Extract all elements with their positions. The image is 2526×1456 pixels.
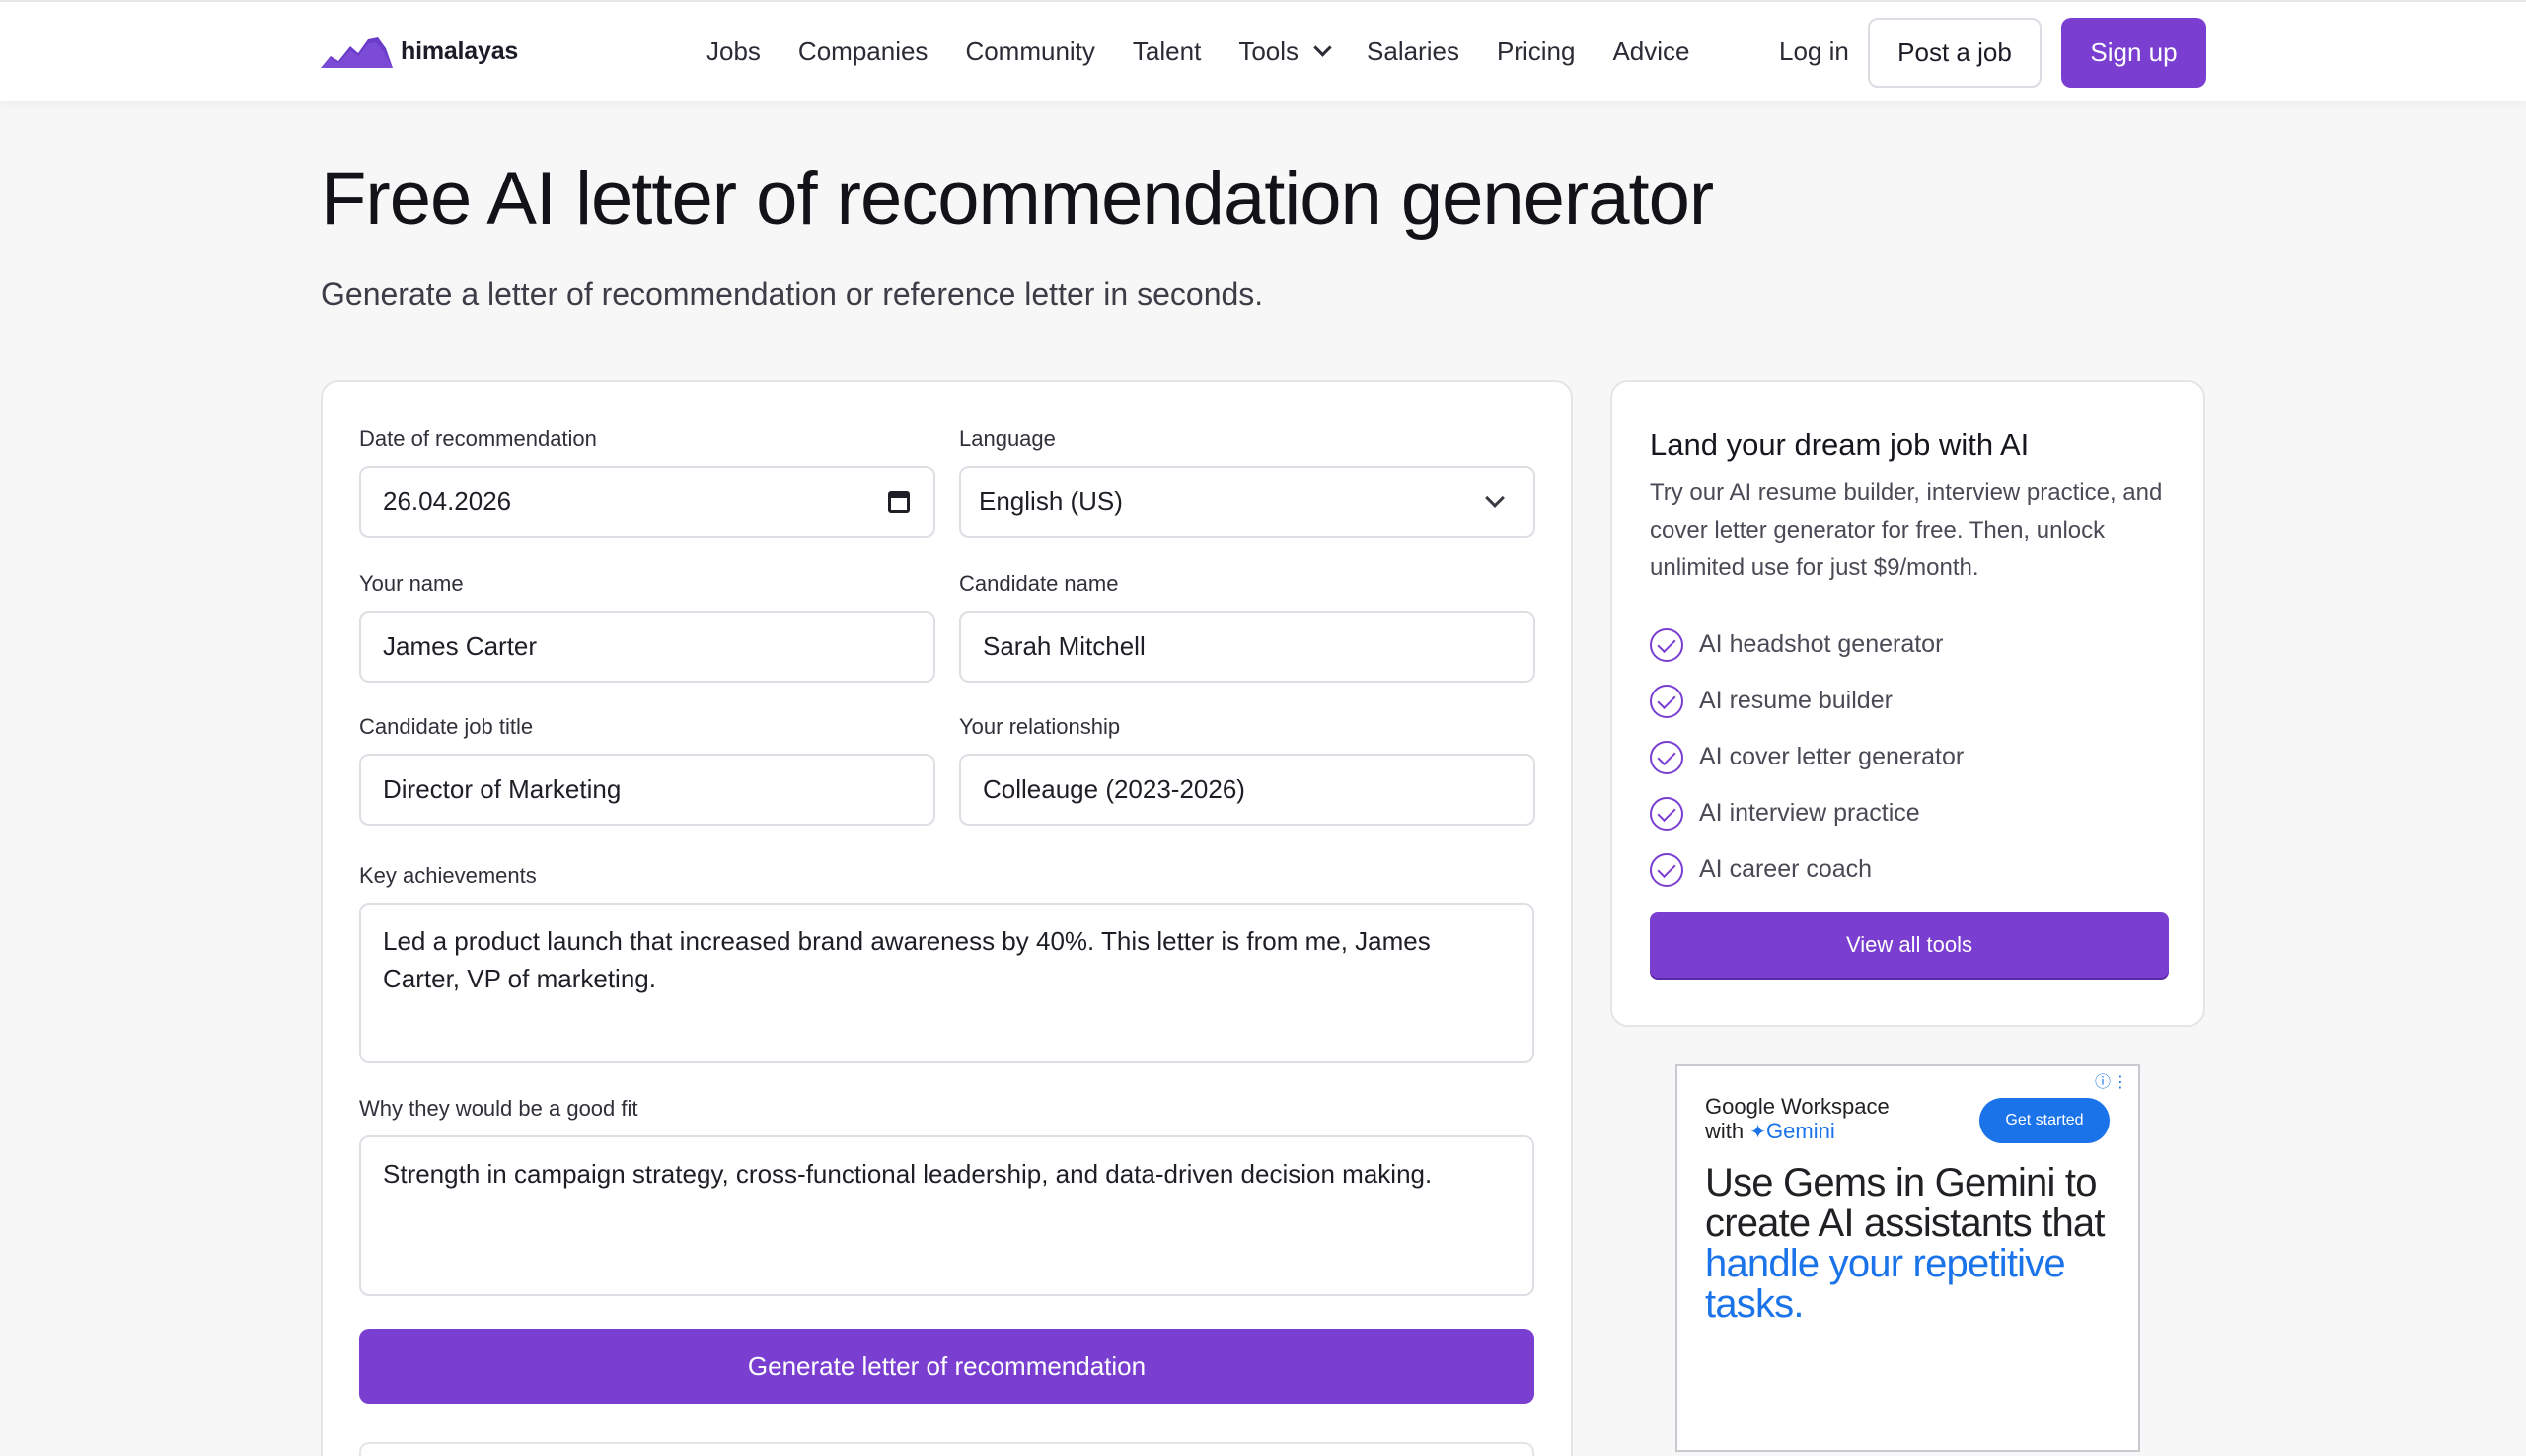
logo-text: himalayas — [401, 36, 519, 65]
feature-list: AI headshot generator AI resume builder … — [1650, 617, 1964, 898]
chevron-down-icon — [1485, 488, 1505, 508]
ad-brand-with-line: with ✦Gemini — [1705, 1119, 1890, 1145]
feature-label: AI career coach — [1699, 855, 1873, 883]
language-label: Language — [959, 426, 1056, 451]
ad-info-icon[interactable]: ⓘ⋮ — [2095, 1068, 2130, 1092]
check-circle-icon — [1650, 684, 1683, 718]
generate-button[interactable]: Generate letter of recommendation — [359, 1329, 1534, 1404]
your-name-field[interactable]: James Carter — [359, 611, 935, 683]
good-fit-label: Why they would be a good fit — [359, 1096, 638, 1121]
ad-headline-main: Use Gems in Gemini to create AI assistan… — [1705, 1161, 2105, 1245]
side-card-title: Land your dream job with AI — [1650, 427, 2030, 462]
chevron-down-icon — [1313, 37, 1332, 57]
candidate-name-label: Candidate name — [959, 571, 1119, 596]
good-fit-textarea[interactable]: Strength in campaign strategy, cross-fun… — [359, 1135, 1534, 1296]
nav-link-companies[interactable]: Companies — [798, 36, 929, 67]
job-title-label: Candidate job title — [359, 714, 534, 739]
nav-link-advice[interactable]: Advice — [1612, 36, 1689, 67]
recommendation-form: Date of recommendation 26.04.2026 Langua… — [321, 380, 1573, 1456]
nav-link-tools[interactable]: Tools — [1238, 36, 1332, 67]
logo[interactable]: himalayas — [321, 32, 518, 71]
ad-brand-with: with — [1705, 1119, 1745, 1143]
achievements-label: Key achievements — [359, 863, 537, 888]
list-item: AI resume builder — [1650, 673, 1964, 729]
date-field[interactable]: 26.04.2026 — [359, 466, 935, 538]
candidate-name-value: Sarah Mitchell — [983, 631, 1146, 661]
view-all-tools-button[interactable]: View all tools — [1650, 912, 2169, 978]
nav-link-talent[interactable]: Talent — [1133, 36, 1201, 67]
ad-brand: Google Workspace with ✦Gemini — [1705, 1094, 1890, 1145]
nav-link-pricing[interactable]: Pricing — [1497, 36, 1575, 67]
nav-links: Jobs Companies Community Talent Tools Sa… — [706, 32, 1727, 71]
gemini-sparkle-icon: ✦ — [1749, 1122, 1767, 1143]
feature-label: AI headshot generator — [1699, 630, 1944, 658]
ad-brand-line: Google Workspace — [1705, 1094, 1890, 1119]
nav-link-tools-label: Tools — [1238, 36, 1300, 66]
check-circle-icon — [1650, 740, 1683, 774]
check-circle-icon — [1650, 627, 1683, 662]
nav-link-community[interactable]: Community — [965, 36, 1094, 67]
achievements-textarea[interactable]: Led a product launch that increased bran… — [359, 903, 1534, 1063]
list-item: AI cover letter generator — [1650, 729, 1964, 785]
top-nav: himalayas Jobs Companies Community Talen… — [0, 0, 2526, 101]
page-title: Free AI letter of recommendation generat… — [321, 157, 1714, 241]
feature-label: AI cover letter generator — [1699, 743, 1965, 770]
output-panel — [359, 1442, 1534, 1456]
your-name-label: Your name — [359, 571, 464, 596]
feature-label: AI interview practice — [1699, 799, 1920, 827]
sign-up-button[interactable]: Sign up — [2061, 18, 2206, 88]
check-circle-icon — [1650, 852, 1683, 887]
ad-get-started-button[interactable]: Get started — [1979, 1098, 2110, 1143]
ad-headline: Use Gems in Gemini to create AI assistan… — [1705, 1163, 2119, 1325]
date-value: 26.04.2026 — [383, 486, 512, 516]
page-subtitle: Generate a letter of recommendation or r… — [321, 276, 1264, 312]
job-title-field[interactable]: Director of Marketing — [359, 754, 935, 826]
calendar-icon[interactable] — [888, 491, 910, 513]
date-label: Date of recommendation — [359, 426, 597, 451]
candidate-name-field[interactable]: Sarah Mitchell — [959, 611, 1535, 683]
language-select[interactable]: English (US) — [959, 466, 1535, 538]
relationship-label: Your relationship — [959, 714, 1121, 739]
feature-label: AI resume builder — [1699, 687, 1893, 714]
relationship-value: Colleauge (2023-2026) — [983, 774, 1245, 804]
ad-headline-highlight: handle your repetitive tasks. — [1705, 1242, 2066, 1326]
nav-link-salaries[interactable]: Salaries — [1367, 36, 1459, 67]
login-link[interactable]: Log in — [1779, 32, 1849, 71]
ad-brand-gemini: Gemini — [1766, 1119, 1835, 1143]
list-item: AI headshot generator — [1650, 617, 1964, 673]
post-job-button[interactable]: Post a job — [1868, 18, 2042, 88]
mountain-logo-icon — [321, 37, 393, 68]
list-item: AI career coach — [1650, 841, 1964, 898]
ai-tools-card: Land your dream job with AI Try our AI r… — [1610, 380, 2205, 1027]
ad-banner[interactable]: ⓘ⋮ Google Workspace with ✦Gemini Get sta… — [1675, 1064, 2140, 1452]
list-item: AI interview practice — [1650, 785, 1964, 841]
relationship-field[interactable]: Colleauge (2023-2026) — [959, 754, 1535, 826]
nav-link-jobs[interactable]: Jobs — [706, 36, 761, 67]
language-value: English (US) — [979, 486, 1123, 516]
job-title-value: Director of Marketing — [383, 774, 622, 804]
your-name-value: James Carter — [383, 631, 538, 661]
side-card-description: Try our AI resume builder, interview pra… — [1650, 479, 2163, 581]
check-circle-icon — [1650, 796, 1683, 831]
